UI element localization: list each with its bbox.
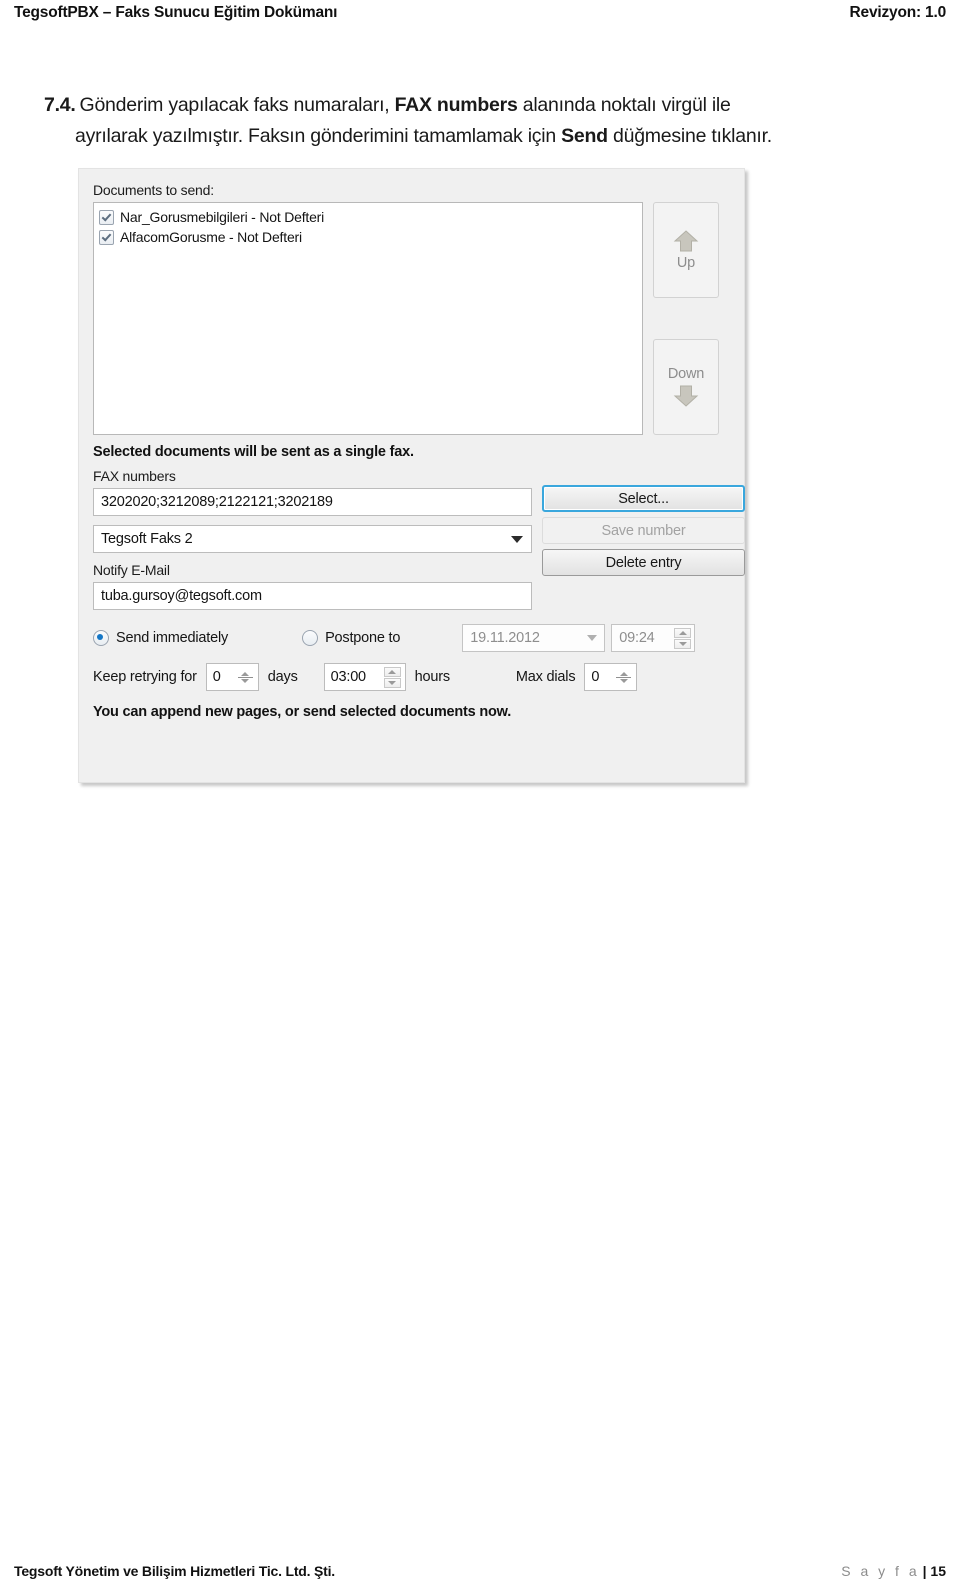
list-item-label: AlfacomGorusme - Not Defteri — [120, 229, 302, 245]
section-paragraph: 7.4. Gönderim yapılacak faks numaraları, … — [44, 90, 934, 152]
spinner-down-icon[interactable] — [241, 678, 250, 683]
paragraph-text-2a: ayrılarak yazılmıştır. Faksın gönderimin… — [75, 125, 556, 147]
move-down-button[interactable]: Down — [652, 339, 719, 435]
spinner-up-icon[interactable] — [383, 666, 401, 677]
calendar-chevron-down-icon[interactable] — [587, 635, 598, 641]
revision-label: Revizyon: 1.0 — [849, 4, 947, 21]
footer-page-number: | 15 — [922, 1563, 946, 1579]
fax-profile-value: Tegsoft Faks 2 — [101, 531, 193, 547]
select-button[interactable]: Select... — [542, 485, 745, 512]
retry-days-value: 0 — [212, 669, 221, 685]
delete-entry-button-label: Delete entry — [605, 554, 682, 571]
page-header: TegsoftPBX – Faks Sunucu Eğitim Dokümanı… — [0, 0, 960, 34]
fax-numbers-value: 3202020;3212089;2122121;3202189 — [101, 494, 333, 510]
page-footer: Tegsoft Yönetim ve Bilişim Hizmetleri Ti… — [0, 1563, 960, 1579]
footer-company: Tegsoft Yönetim ve Bilişim Hizmetleri Ti… — [14, 1563, 335, 1579]
fax-numbers-label: FAX numbers — [93, 468, 176, 484]
documents-section: Nar_Gorusmebilgileri - Not Defteri Alfac… — [93, 202, 728, 435]
arrow-down-icon — [673, 384, 699, 408]
retry-hours-spinner[interactable] — [383, 666, 401, 688]
postpone-time-input[interactable]: 09:24 — [611, 624, 696, 652]
max-dials-input[interactable]: 0 — [584, 663, 638, 691]
time-spinner[interactable] — [674, 627, 692, 649]
append-pages-note: You can append new pages, or send select… — [93, 704, 512, 720]
move-up-label: Up — [676, 255, 696, 271]
checkbox-checked-icon[interactable] — [99, 229, 114, 245]
move-down-label: Down — [667, 366, 705, 382]
keep-retrying-label: Keep retrying for — [93, 669, 197, 685]
spinner-up-icon[interactable] — [241, 671, 250, 676]
paragraph-bold-fax-numbers: FAX numbers — [394, 94, 518, 116]
max-dials-spinner[interactable] — [615, 666, 632, 688]
days-label: days — [267, 669, 298, 685]
max-dials-value: 0 — [591, 669, 600, 685]
max-dials-label: Max dials — [515, 669, 576, 685]
spinner-down-icon[interactable] — [674, 638, 692, 649]
checkbox-checked-icon[interactable] — [99, 209, 114, 225]
send-immediately-label: Send immediately — [116, 630, 229, 646]
hours-label: hours — [414, 669, 450, 685]
postpone-date-input[interactable]: 19.11.2012 — [462, 624, 606, 652]
retry-hours-value: 03:00 — [330, 669, 366, 685]
arrow-up-icon — [673, 229, 699, 253]
list-item-label: Nar_Gorusmebilgileri - Not Defteri — [120, 209, 325, 225]
paragraph-line-1: 7.4. Gönderim yapılacak faks numaraları, … — [44, 90, 934, 121]
spinner-up-icon[interactable] — [674, 627, 692, 638]
documents-listbox[interactable]: Nar_Gorusmebilgileri - Not Defteri Alfac… — [93, 202, 643, 435]
send-immediately-radio[interactable]: Send immediately — [93, 630, 228, 646]
postpone-time-value: 09:24 — [619, 630, 655, 646]
paragraph-text-2b: düğmesine tıklanır. — [613, 125, 772, 147]
list-item[interactable]: Nar_Gorusmebilgileri - Not Defteri — [99, 207, 637, 227]
retry-hours-input[interactable]: 03:00 — [323, 663, 406, 691]
retry-days-input[interactable]: 0 — [205, 663, 259, 691]
postpone-date-value: 19.11.2012 — [470, 630, 540, 646]
schedule-row: Send immediately Postpone to 19.11.2012 … — [93, 623, 728, 653]
documents-to-send-label: Documents to send: — [93, 182, 214, 198]
single-fax-note: Selected documents will be sent as a sin… — [93, 444, 414, 460]
notify-email-input[interactable]: tuba.gursoy@tegsoft.com — [93, 582, 532, 610]
paragraph-text-1a: Gönderim yapılacak faks numaraları, — [79, 94, 390, 116]
spinner-up-icon[interactable] — [619, 671, 628, 676]
list-item[interactable]: AlfacomGorusme - Not Defteri — [99, 227, 637, 247]
spinner-divider — [616, 676, 632, 678]
paragraph-text-1b: alanında noktalı virgül ile — [522, 94, 731, 116]
section-number: 7.4. — [44, 94, 76, 116]
delete-entry-button[interactable]: Delete entry — [542, 549, 745, 576]
spinner-down-icon[interactable] — [619, 678, 628, 683]
paragraph-line-2: ayrılarak yazılmıştır. Faksın gönderimin… — [44, 121, 934, 152]
document-title: TegsoftPBX – Faks Sunucu Eğitim Dokümanı — [14, 4, 338, 21]
fax-numbers-input[interactable]: 3202020;3212089;2122121;3202189 — [93, 488, 532, 516]
save-number-button-label: Save number — [601, 522, 686, 539]
reorder-buttons: Up Down — [652, 202, 728, 435]
postpone-to-label: Postpone to — [325, 630, 401, 646]
footer-page-indicator: S a y f a | 15 — [841, 1563, 946, 1579]
postpone-to-radio[interactable]: Postpone to — [302, 630, 400, 646]
select-button-label: Select... — [618, 490, 669, 507]
fax-fields-section: FAX numbers 3202020;3212089;2122121;3202… — [93, 467, 745, 610]
fax-profile-combobox[interactable]: Tegsoft Faks 2 — [93, 525, 532, 553]
save-number-button[interactable]: Save number — [542, 517, 745, 544]
spinner-divider — [237, 676, 253, 678]
notify-email-value: tuba.gursoy@tegsoft.com — [101, 588, 262, 604]
radio-selected-icon[interactable] — [93, 630, 109, 646]
chevron-down-icon[interactable] — [511, 535, 523, 543]
retry-row: Keep retrying for 0 days 03:00 hours Max… — [93, 662, 728, 692]
notify-email-label: Notify E-Mail — [93, 562, 170, 578]
spinner-down-icon[interactable] — [383, 677, 401, 688]
fax-send-dialog-screenshot: Documents to send: Nar_Gorusmebilgileri … — [78, 168, 745, 783]
retry-days-spinner[interactable] — [237, 666, 254, 688]
move-up-button[interactable]: Up — [652, 202, 719, 298]
paragraph-bold-send: Send — [561, 125, 608, 147]
footer-page-word: S a y f a — [841, 1563, 920, 1579]
radio-unselected-icon[interactable] — [302, 630, 319, 646]
